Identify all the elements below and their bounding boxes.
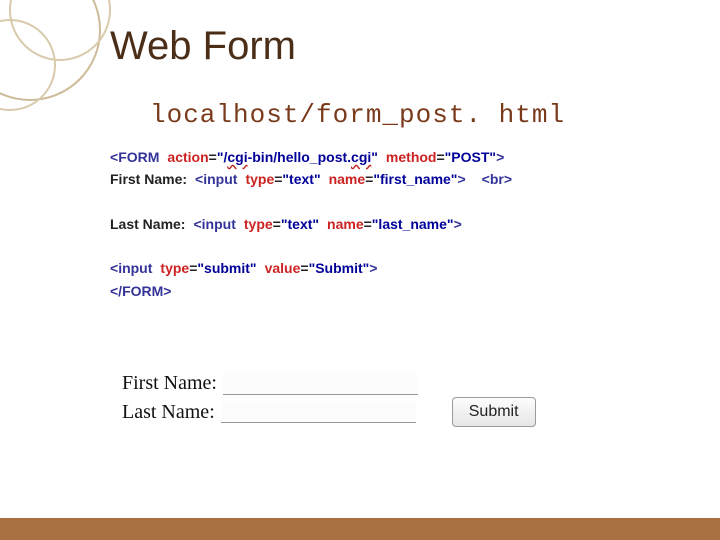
form-row-first: First Name: [122, 372, 536, 395]
code-token: name [329, 171, 366, 187]
code-line-7: </FORM> [110, 280, 680, 302]
code-token: action [167, 149, 208, 165]
code-token: "POST" [445, 149, 496, 165]
code-token: method [386, 149, 437, 165]
code-token: "Submit" [309, 260, 370, 276]
code-token: -bin/hello_post. [248, 149, 351, 165]
first-name-input[interactable] [223, 373, 418, 395]
page-url: localhost/form_post. html [150, 100, 565, 130]
code-token: < [110, 260, 118, 276]
code-token: > [454, 216, 462, 232]
code-token: input [202, 216, 236, 232]
code-line-6: <inputtype="submit"value="Submit"> [110, 257, 680, 279]
code-token: = [436, 149, 444, 165]
code-token: " [371, 149, 378, 165]
code-token: type [244, 216, 273, 232]
code-token: = [273, 216, 281, 232]
last-name-label: Last Name: [122, 401, 215, 424]
code-token: < [193, 216, 201, 232]
code-token: </FORM> [110, 283, 171, 299]
code-token: First Name: [110, 171, 187, 187]
code-line-blank-1 [110, 191, 680, 213]
code-token: type [245, 171, 274, 187]
first-name-label: First Name: [122, 372, 217, 395]
code-line-1: <FORMaction="/cgi-bin/hello_post.cgi"met… [110, 146, 680, 168]
rendered-form: First Name: Last Name: Submit [122, 372, 536, 429]
code-token: = [209, 149, 217, 165]
code-token: input [118, 260, 152, 276]
code-token: "text" [282, 171, 320, 187]
code-token: Last Name: [110, 216, 185, 232]
code-token: "submit" [197, 260, 256, 276]
code-token: > [496, 149, 504, 165]
code-token: = [300, 260, 308, 276]
code-line-blank-2 [110, 235, 680, 257]
code-line-2: First Name:<inputtype="text"name="first_… [110, 168, 680, 190]
code-token: "text" [281, 216, 319, 232]
code-line-4: Last Name:<inputtype="text"name="last_na… [110, 213, 680, 235]
code-token: < [195, 171, 203, 187]
code-token: value [265, 260, 301, 276]
form-row-last: Last Name: Submit [122, 397, 536, 427]
code-token: cgi [351, 149, 371, 165]
code-token: cgi [227, 149, 247, 165]
code-token: = [364, 216, 372, 232]
decorative-bottom-bar [0, 518, 720, 540]
code-token: FORM [118, 149, 159, 165]
code-block: <FORMaction="/cgi-bin/hello_post.cgi"met… [110, 146, 680, 302]
code-token: < [110, 149, 118, 165]
code-token: "last_name" [372, 216, 454, 232]
code-token: type [160, 260, 189, 276]
code-token: "first_name" [373, 171, 457, 187]
code-token: > [457, 171, 465, 187]
code-token: > [369, 260, 377, 276]
code-token: name [327, 216, 364, 232]
last-name-input[interactable] [221, 401, 416, 423]
code-token: input [203, 171, 237, 187]
code-token: <br> [482, 171, 512, 187]
submit-button[interactable]: Submit [452, 397, 536, 427]
code-token: "/ [217, 149, 228, 165]
page-title: Web Form [110, 24, 296, 69]
